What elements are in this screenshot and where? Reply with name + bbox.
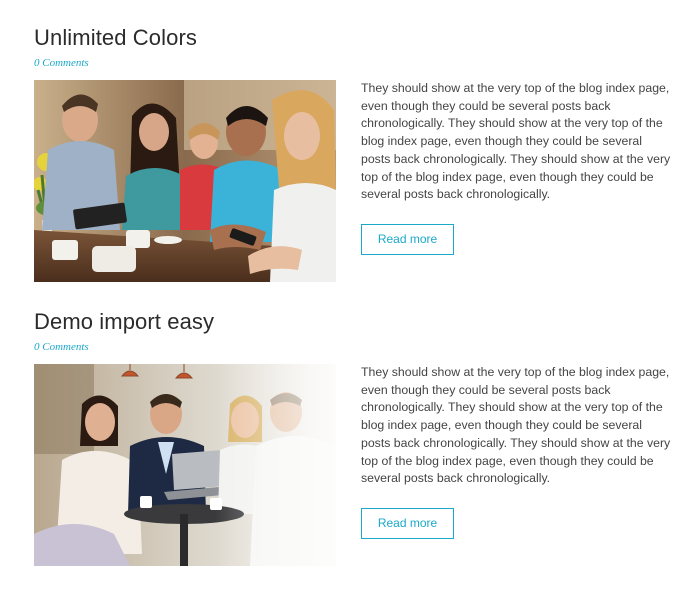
comments-link[interactable]: 0 Comments: [34, 56, 89, 70]
blog-post: Unlimited Colors 0 Comments They should …: [34, 24, 674, 282]
meeting-photo: [34, 364, 336, 566]
cafe-photo: [34, 80, 336, 282]
post-body: They should show at the very top of the …: [34, 80, 674, 282]
post-body: They should show at the very top of the …: [34, 364, 674, 566]
post-excerpt: They should show at the very top of the …: [361, 81, 671, 202]
read-more-button[interactable]: Read more: [361, 224, 454, 255]
post-title[interactable]: Demo import easy: [34, 308, 674, 336]
post-excerpt: They should show at the very top of the …: [361, 365, 671, 486]
post-thumbnail[interactable]: [34, 80, 336, 282]
read-more-button[interactable]: Read more: [361, 508, 454, 539]
post-title[interactable]: Unlimited Colors: [34, 24, 674, 52]
post-thumbnail[interactable]: [34, 364, 336, 566]
comments-link[interactable]: 0 Comments: [34, 340, 89, 354]
blog-post: Demo import easy 0 Comments They should …: [34, 308, 674, 566]
